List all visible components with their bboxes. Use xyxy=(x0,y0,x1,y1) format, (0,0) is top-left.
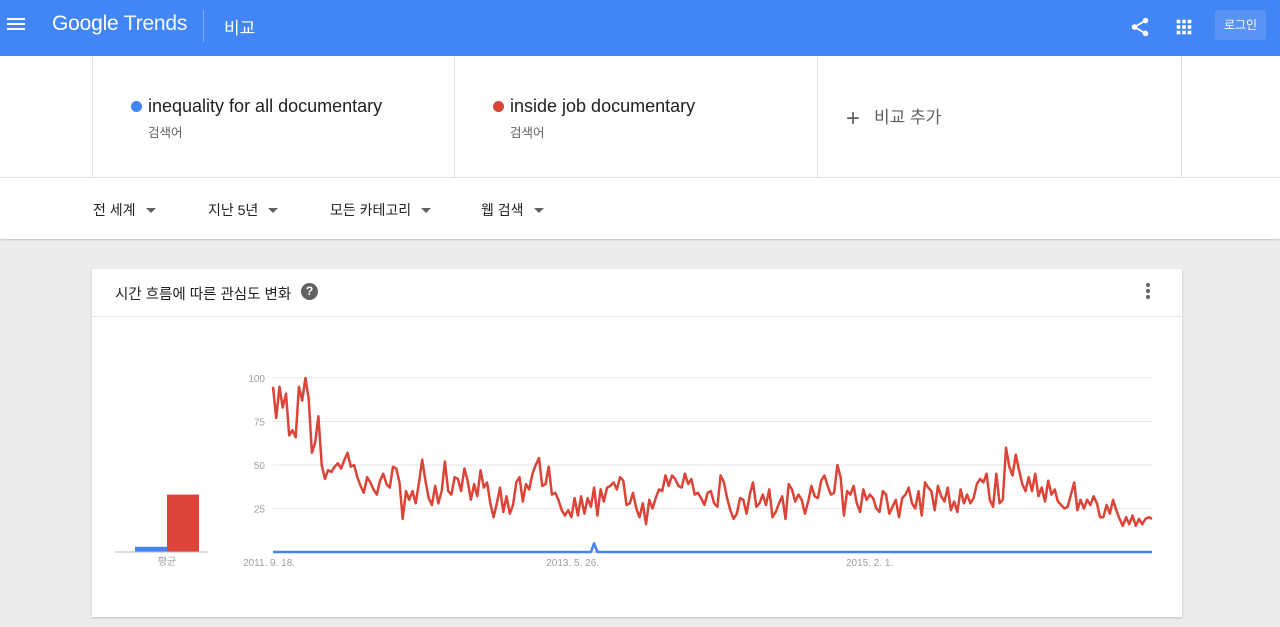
login-button[interactable]: 로그인 xyxy=(1215,10,1266,40)
apps-icon[interactable] xyxy=(1173,16,1195,38)
dropdown-arrow-icon xyxy=(268,208,279,213)
compare-terms-bar: inequality for all documentary 검색어 insid… xyxy=(0,56,1280,177)
term-card-1[interactable]: inequality for all documentary 검색어 xyxy=(92,56,455,177)
top-app-bar: Google Trends 비교 로그인 xyxy=(0,0,1280,56)
term-color-dot xyxy=(493,101,504,112)
page-title: 비교 xyxy=(224,19,256,38)
interest-line-chart: 100 75 50 25 2011. 9. 18. 2013. 5. 26. 2015. 2… xyxy=(115,374,1153,569)
filter-bar: 전 세계 지난 5년 모든 카테고리 웹 검색 xyxy=(0,177,1280,239)
interest-over-time-card: 시간 흐름에 따른 관심도 변화 ? 100 75 50 25 2011. 9. 18.… xyxy=(92,269,1182,617)
dropdown-arrow-icon xyxy=(421,208,432,213)
y-tick-label: 75 xyxy=(254,418,266,429)
y-tick-label: 50 xyxy=(254,461,266,472)
term-card-2[interactable]: inside job documentary 검색어 xyxy=(454,56,818,177)
menu-icon[interactable] xyxy=(6,13,28,35)
time-range-filter[interactable]: 지난 5년 xyxy=(208,200,279,220)
add-compare-button[interactable]: + 비교 추가 xyxy=(846,103,941,133)
share-icon[interactable] xyxy=(1129,16,1151,38)
series-line-inside-job xyxy=(271,376,1153,528)
card-header: 시간 흐름에 따른 관심도 변화 ? xyxy=(92,269,1182,317)
average-bar xyxy=(135,546,167,552)
average-bar xyxy=(167,494,199,552)
term-name[interactable]: inside job documentary xyxy=(510,96,695,117)
google-trends-logo[interactable]: Google Trends xyxy=(52,12,187,36)
region-filter[interactable]: 전 세계 xyxy=(93,200,156,220)
more-options-icon[interactable] xyxy=(1145,283,1151,301)
dropdown-arrow-icon xyxy=(533,208,544,213)
plus-icon: + xyxy=(846,105,861,132)
term-name[interactable]: inequality for all documentary xyxy=(148,96,382,117)
x-tick-label: 2011. 9. 18. xyxy=(243,558,295,569)
term-type-label: 검색어 xyxy=(510,126,545,140)
dropdown-arrow-icon xyxy=(145,208,156,213)
y-tick-label: 100 xyxy=(248,374,265,385)
x-tick-label: 2015. 2. 1. xyxy=(846,558,893,569)
series-line-inequality-for-all xyxy=(273,542,1152,554)
filter-label: 모든 카테고리 xyxy=(330,202,412,218)
x-tick-label: 2013. 5. 26. xyxy=(546,558,599,569)
logo-trends-text: Trends xyxy=(123,12,188,35)
term-color-dot xyxy=(131,101,142,112)
filter-label: 전 세계 xyxy=(93,202,136,218)
filter-label: 지난 5년 xyxy=(208,202,259,218)
help-icon[interactable]: ? xyxy=(301,283,318,300)
search-type-filter[interactable]: 웹 검색 xyxy=(481,200,544,220)
filter-label: 웹 검색 xyxy=(481,202,524,218)
term-type-label: 검색어 xyxy=(148,126,183,140)
average-label: 평균 xyxy=(158,556,176,568)
card-title: 시간 흐름에 따른 관심도 변화 xyxy=(115,287,292,303)
category-filter[interactable]: 모든 카테고리 xyxy=(330,200,432,220)
add-compare-label: 비교 추가 xyxy=(874,108,942,127)
logo-google-text: Google xyxy=(52,12,119,35)
header-divider xyxy=(203,10,204,42)
terms-right-border xyxy=(1181,56,1183,177)
y-tick-label: 25 xyxy=(254,505,266,516)
